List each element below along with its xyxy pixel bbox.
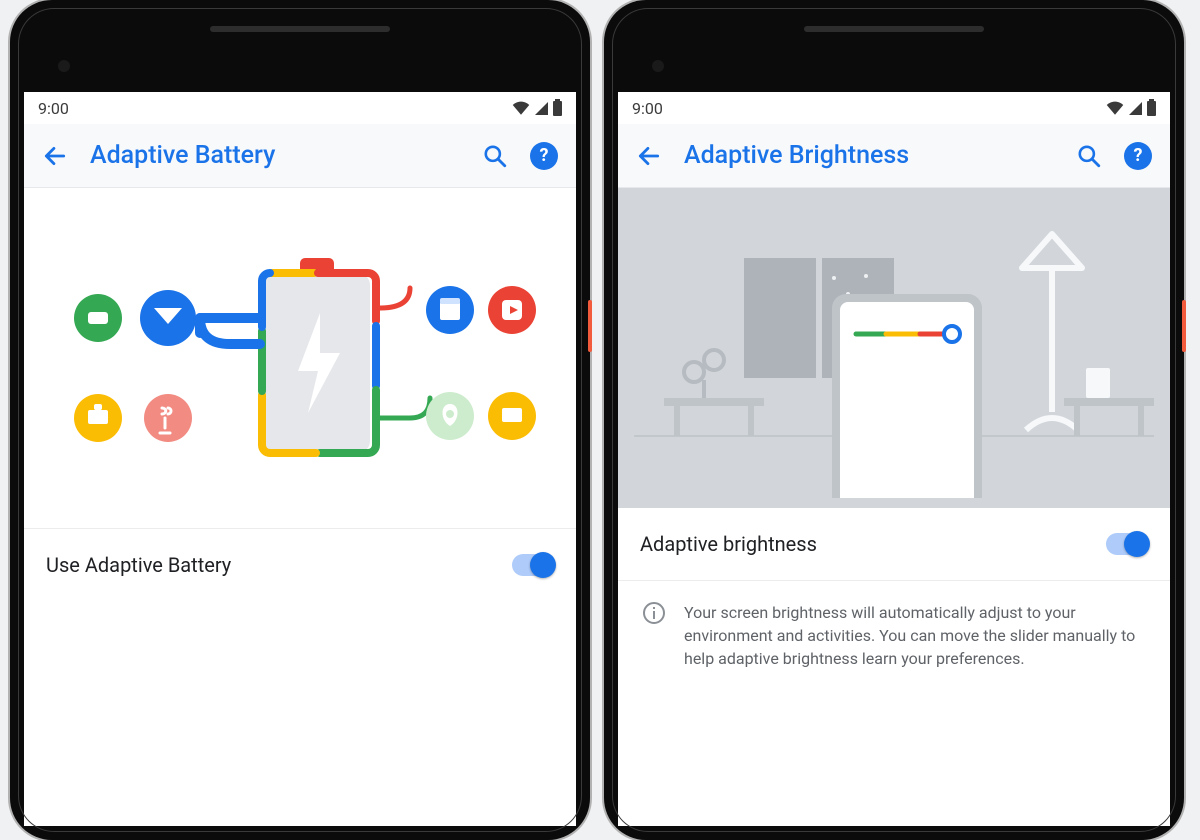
app-bar: Adaptive Battery ?: [24, 124, 576, 188]
adaptive-battery-toggle[interactable]: [512, 554, 554, 576]
brightness-illustration: [618, 188, 1170, 508]
back-icon[interactable]: [636, 143, 662, 169]
adaptive-brightness-row[interactable]: Adaptive brightness: [618, 508, 1170, 580]
wifi-icon: [512, 101, 530, 115]
phone-right: 9:00 Adaptive Brightness ?: [604, 0, 1184, 840]
info-icon: [642, 601, 666, 625]
wifi-icon: [1106, 101, 1124, 115]
status-icons: [512, 101, 562, 116]
help-icon[interactable]: ?: [1124, 142, 1152, 170]
info-row: Your screen brightness will automaticall…: [618, 580, 1170, 691]
earpiece: [210, 26, 390, 32]
clock: 9:00: [38, 99, 69, 118]
row-label: Use Adaptive Battery: [46, 553, 496, 577]
status-bar: 9:00: [24, 92, 576, 124]
row-label: Adaptive brightness: [640, 532, 1090, 556]
front-camera: [58, 60, 70, 72]
battery-illustration: [24, 188, 576, 528]
earpiece: [804, 26, 984, 32]
power-button-accent: [588, 300, 592, 352]
status-icons: [1106, 101, 1156, 116]
screen: 9:00 Adaptive Battery ?: [24, 92, 576, 826]
front-camera: [652, 60, 664, 72]
use-adaptive-battery-row[interactable]: Use Adaptive Battery: [24, 528, 576, 601]
clock: 9:00: [632, 99, 663, 118]
phone-left: 9:00 Adaptive Battery ?: [10, 0, 590, 840]
content: Use Adaptive Battery: [24, 188, 576, 826]
search-icon[interactable]: [482, 143, 508, 169]
app-bar: Adaptive Brightness ?: [618, 124, 1170, 188]
battery-icon: [1147, 101, 1156, 116]
power-button-accent: [1182, 300, 1186, 352]
screen: 9:00 Adaptive Brightness ?: [618, 92, 1170, 826]
page-title: Adaptive Brightness: [684, 142, 1054, 170]
cell-signal-icon: [535, 102, 548, 115]
battery-icon: [553, 101, 562, 116]
cell-signal-icon: [1129, 102, 1142, 115]
adaptive-brightness-toggle[interactable]: [1106, 533, 1148, 555]
status-bar: 9:00: [618, 92, 1170, 124]
page-title: Adaptive Battery: [90, 142, 460, 170]
content: Adaptive brightness Your screen brightne…: [618, 188, 1170, 826]
search-icon[interactable]: [1076, 143, 1102, 169]
back-icon[interactable]: [42, 143, 68, 169]
info-text: Your screen brightness will automaticall…: [684, 601, 1146, 671]
help-icon[interactable]: ?: [530, 142, 558, 170]
